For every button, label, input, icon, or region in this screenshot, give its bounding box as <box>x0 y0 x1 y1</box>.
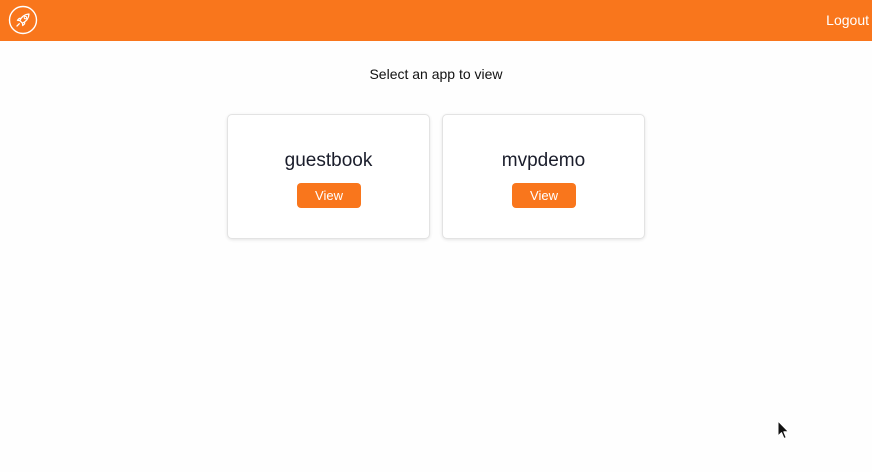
arrow-cursor-icon <box>777 420 789 439</box>
rocket-icon[interactable] <box>8 5 38 35</box>
app-card-mvpdemo: mvpdemo View <box>442 114 645 239</box>
app-card-title: guestbook <box>284 150 373 171</box>
logout-link[interactable]: Logout <box>826 11 869 29</box>
top-navigation-bar: Logout <box>0 0 872 41</box>
view-guestbook-button[interactable]: View <box>297 183 361 208</box>
app-card-title: mvpdemo <box>501 150 586 171</box>
app-card-guestbook: guestbook View <box>227 114 430 239</box>
page-prompt: Select an app to view <box>369 66 503 82</box>
app-card-list: guestbook View mvpdemo View <box>227 114 645 239</box>
view-mvpdemo-button[interactable]: View <box>512 183 576 208</box>
